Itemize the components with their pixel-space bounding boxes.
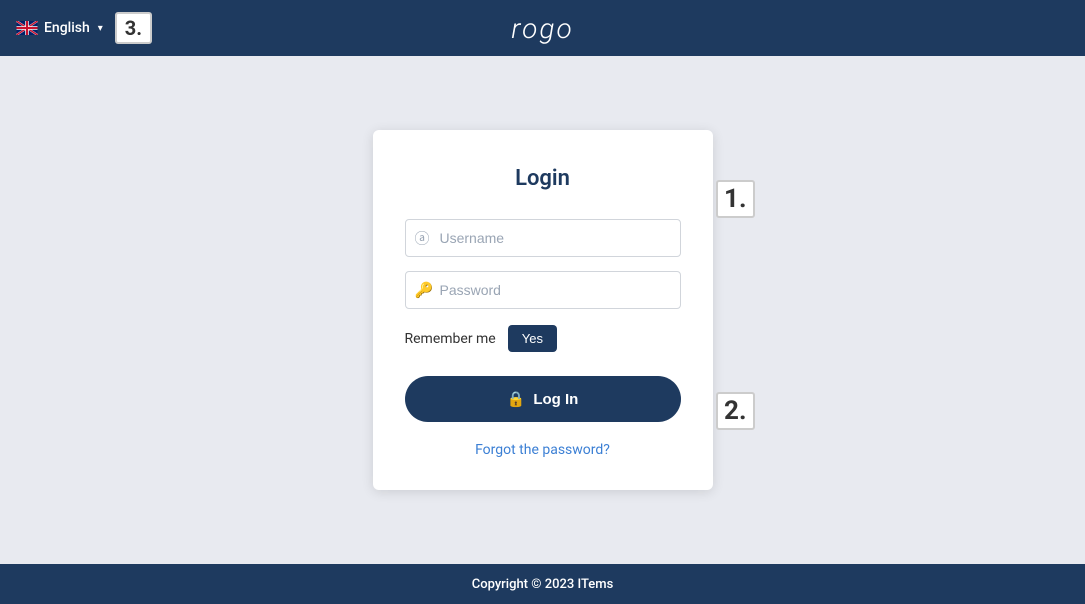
login-button[interactable]: 🔒 Log In: [405, 376, 681, 422]
language-selector[interactable]: English ▾: [16, 20, 103, 36]
forgot-password-link[interactable]: Forgot the password?: [405, 442, 681, 458]
app-footer: Copyright © 2023 ITems: [0, 564, 1085, 604]
main-content: Login ⓐ 🔑 Remember me Yes 🔒 Log In Forgo…: [0, 56, 1085, 564]
login-button-label: Log In: [533, 391, 578, 408]
username-group: ⓐ: [405, 219, 681, 257]
chevron-down-icon: ▾: [98, 23, 103, 34]
yes-button[interactable]: Yes: [508, 325, 557, 352]
language-label: English: [44, 20, 90, 36]
login-lock-icon: 🔒: [507, 390, 526, 408]
password-input[interactable]: [405, 271, 681, 309]
app-logo: rogo: [511, 12, 573, 45]
remember-me-row: Remember me Yes: [405, 325, 681, 352]
user-icon: ⓐ: [415, 228, 430, 249]
remember-me-label: Remember me: [405, 331, 496, 347]
header-badge: 3.: [115, 12, 152, 44]
footer-copyright: Copyright © 2023 ITems: [472, 577, 614, 592]
login-title: Login: [405, 166, 681, 191]
username-input[interactable]: [405, 219, 681, 257]
badge-2: 2.: [716, 392, 754, 430]
badge-1: 1.: [716, 180, 754, 218]
uk-flag-icon: [16, 21, 38, 35]
app-header: English ▾ 3. rogo: [0, 0, 1085, 56]
password-group: 🔑: [405, 271, 681, 309]
login-card: Login ⓐ 🔑 Remember me Yes 🔒 Log In Forgo…: [373, 130, 713, 490]
lock-field-icon: 🔑: [415, 281, 434, 299]
